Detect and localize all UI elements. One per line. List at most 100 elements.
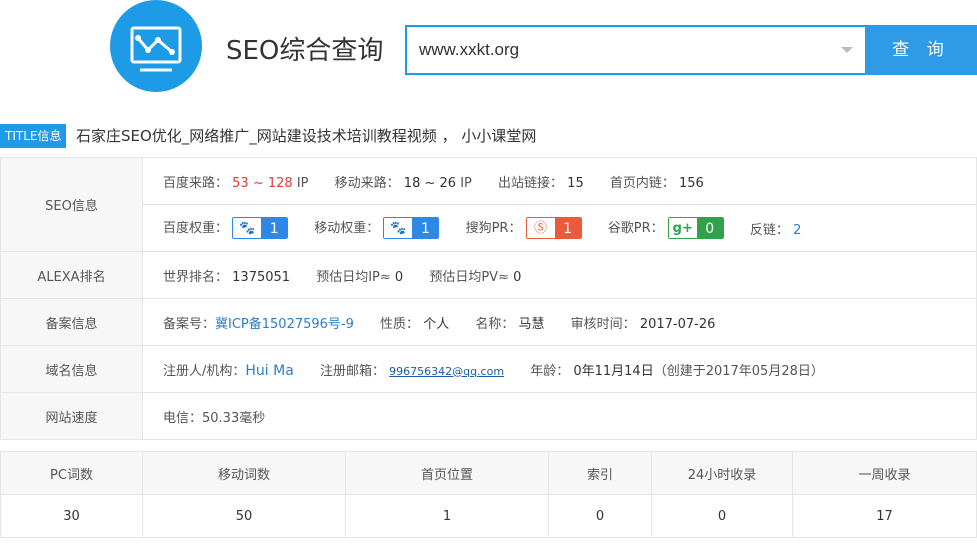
search-box xyxy=(405,25,865,75)
baidu-source: 百度来路： 53 ~ 128 IP xyxy=(163,172,309,191)
seo-info-label: SEO信息 xyxy=(0,157,143,252)
alexa-label: ALEXA排名 xyxy=(0,251,143,299)
sogou-pr-badge[interactable]: Ⓢ 1 xyxy=(525,217,582,240)
daily-pv-value: 0 xyxy=(513,269,522,285)
icp-label: 备案信息 xyxy=(0,298,143,346)
baidu-weight-label: 百度权重： xyxy=(163,220,229,236)
daily-pv: 预估日均PV≈ 0 xyxy=(429,266,521,285)
baidu-source-label: 百度来路： xyxy=(163,175,229,191)
backlinks-value[interactable]: 2 xyxy=(793,223,801,238)
google-pr-value: 0 xyxy=(696,218,723,239)
baidu-weight-badge[interactable]: 🐾 1 xyxy=(232,217,289,240)
icp-row: 备案号：冀ICP备15027596号-9 性质： 个人 名称： 马慧 审核时间：… xyxy=(142,298,977,346)
icp-name-label: 名称： xyxy=(475,316,515,332)
icp-nature: 性质： 个人 xyxy=(380,313,449,332)
sogou-icon: Ⓢ xyxy=(526,218,555,239)
mobile-source-value[interactable]: 18 ~ 26 xyxy=(404,176,456,191)
speed-label: 网站速度 xyxy=(0,392,143,440)
day-indexed-value[interactable]: 0 xyxy=(651,494,793,538)
stats-header: 一周收录 xyxy=(792,451,977,495)
baidu-weight: 百度权重： 🐾 1 xyxy=(163,217,289,240)
registrant-link[interactable]: Hui Ma xyxy=(245,363,293,379)
paw-icon: 🐾 xyxy=(233,218,262,239)
seo-info-table: SEO信息 百度来路： 53 ~ 128 IP 移动来路： 18 ~ 26 IP… xyxy=(0,157,977,440)
app-title: SEO综合查询 xyxy=(226,36,384,66)
baidu-source-value[interactable]: 53 ~ 128 xyxy=(232,176,293,191)
registrant-email: 注册邮箱： 996756342@qq.com xyxy=(320,360,504,379)
world-rank: 世界排名： 1375051 xyxy=(163,266,290,285)
daily-ip-label: 预估日均IP≈ xyxy=(316,269,391,285)
stats-header: 索引 xyxy=(548,451,652,495)
google-pr-badge[interactable]: g+ 0 xyxy=(667,217,724,240)
domain-label: 域名信息 xyxy=(0,345,143,393)
alexa-row: 世界排名： 1375051 预估日均IP≈ 0 预估日均PV≈ 0 xyxy=(142,251,977,299)
logo[interactable] xyxy=(110,0,202,92)
search-input[interactable] xyxy=(419,27,829,73)
sogou-pr-value: 1 xyxy=(554,218,581,239)
backlinks: 反链： 2 xyxy=(750,219,801,238)
stats-header: PC词数 xyxy=(0,451,143,495)
icp-number-label: 备案号： xyxy=(163,316,216,332)
icp-review: 审核时间： 2017-07-26 xyxy=(571,313,716,332)
mobile-source-label: 移动来路： xyxy=(334,175,400,191)
google-pr-label: 谷歌PR： xyxy=(607,220,664,236)
stats-header-row: PC词数 移动词数 首页位置 索引 24小时收录 一周收录 xyxy=(0,451,977,495)
google-pr: 谷歌PR： g+ 0 xyxy=(608,217,724,240)
seo-weight-row: 百度权重： 🐾 1 移动权重： 🐾 1 搜狗PR： Ⓢ 1 谷歌PR： g+ 0… xyxy=(142,204,977,252)
stats-header: 移动词数 xyxy=(142,451,346,495)
inlinks-value[interactable]: 156 xyxy=(679,176,704,191)
mobile-source-unit: IP xyxy=(460,175,472,191)
icp-number: 备案号：冀ICP备15027596号-9 xyxy=(163,313,354,332)
age-label: 年龄： xyxy=(530,363,570,379)
domain-row: 注册人/机构：Hui Ma 注册邮箱： 996756342@qq.com 年龄：… xyxy=(142,345,977,393)
sogou-pr: 搜狗PR： Ⓢ 1 xyxy=(466,217,582,240)
seo-source-row: 百度来路： 53 ~ 128 IP 移动来路： 18 ~ 26 IP 出站链接：… xyxy=(142,157,977,205)
title-badge: TITLE信息 xyxy=(0,124,67,148)
search-button[interactable]: 查 询 xyxy=(865,25,977,75)
week-indexed-value[interactable]: 17 xyxy=(792,494,977,538)
mobile-weight: 移动权重： 🐾 1 xyxy=(314,217,440,240)
outlinks-label: 出站链接： xyxy=(498,175,564,191)
mobile-source: 移动来路： 18 ~ 26 IP xyxy=(335,172,472,191)
daily-pv-label: 预估日均PV≈ xyxy=(429,269,509,285)
table-row: 30 50 1 0 0 17 xyxy=(0,494,977,538)
backlinks-label: 反链： xyxy=(749,222,789,238)
index-value[interactable]: 0 xyxy=(548,494,652,538)
icp-name-value: 马慧 xyxy=(518,316,545,332)
age-value: 0年11月14日 xyxy=(573,363,654,379)
icp-review-label: 审核时间： xyxy=(570,316,636,332)
mobile-weight-badge[interactable]: 🐾 1 xyxy=(383,217,440,240)
baidu-source-unit: IP xyxy=(296,175,309,191)
page-title-text: 石家庄SEO优化_网络推广_网站建设技术培训教程视频 ， 小小课堂网 xyxy=(76,127,537,145)
outlinks: 出站链接： 15 xyxy=(498,172,584,191)
chart-monitor-icon xyxy=(130,26,182,72)
chevron-down-icon[interactable] xyxy=(841,47,853,53)
registrant: 注册人/机构：Hui Ma xyxy=(163,360,294,379)
mobile-weight-value: 1 xyxy=(412,218,439,239)
email-link[interactable]: 996756342@qq.com xyxy=(389,365,504,378)
stats-table: PC词数 移动词数 首页位置 索引 24小时收录 一周收录 30 50 1 0 … xyxy=(0,451,977,538)
world-rank-value[interactable]: 1375051 xyxy=(232,270,290,285)
home-position-value: 1 xyxy=(345,494,549,538)
world-rank-label: 世界排名： xyxy=(163,269,229,285)
daily-ip: 预估日均IP≈ 0 xyxy=(316,266,403,285)
registrant-label: 注册人/机构： xyxy=(163,363,246,379)
mobile-words-value[interactable]: 50 xyxy=(142,494,346,538)
created-note: （创建于2017年05月28日） xyxy=(653,363,824,379)
paw-icon: 🐾 xyxy=(384,218,413,239)
baidu-weight-value: 1 xyxy=(261,218,288,239)
pc-words-value[interactable]: 30 xyxy=(0,494,143,538)
stats-header: 首页位置 xyxy=(345,451,549,495)
sogou-pr-label: 搜狗PR： xyxy=(465,220,522,236)
outlinks-value[interactable]: 15 xyxy=(567,176,584,191)
icp-name: 名称： 马慧 xyxy=(475,313,544,332)
icp-nature-value: 个人 xyxy=(423,316,450,332)
speed-value: 电信：50.33毫秒 xyxy=(142,392,977,440)
inlinks: 首页内链： 156 xyxy=(610,172,704,191)
icp-review-value: 2017-07-26 xyxy=(639,316,716,332)
google-plus-icon: g+ xyxy=(668,218,697,239)
domain-age: 年龄： 0年11月14日（创建于2017年05月28日） xyxy=(530,360,824,379)
email-label: 注册邮箱： xyxy=(319,363,385,379)
inlinks-label: 首页内链： xyxy=(609,175,675,191)
icp-number-link[interactable]: 冀ICP备15027596号-9 xyxy=(215,317,354,332)
